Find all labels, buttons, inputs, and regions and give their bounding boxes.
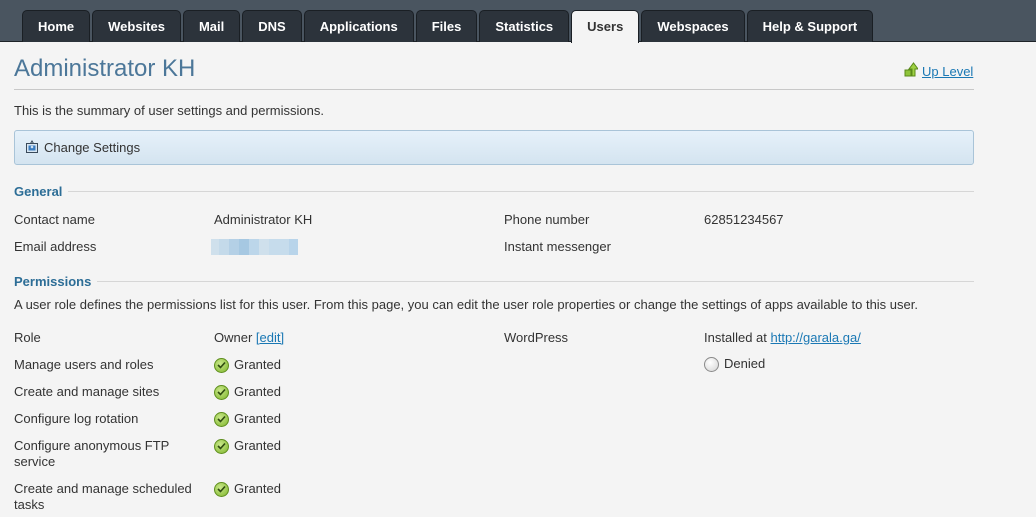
permission-label: Configure log rotation [14, 411, 139, 426]
up-level-label[interactable]: Up Level [922, 64, 973, 79]
user-card-icon [25, 139, 39, 157]
permission-label: Manage users and roles [14, 357, 154, 372]
check-circle-icon [214, 438, 229, 454]
tab-statistics[interactable]: Statistics [479, 10, 570, 42]
role-label: Role [14, 330, 41, 345]
app-wordpress-label: WordPress [504, 330, 569, 345]
app-wordpress-status[interactable]: Denied [704, 356, 765, 372]
installed-at-text: Installed at [704, 330, 767, 345]
contact-name-value: Administrator KH [214, 212, 313, 227]
status-text: Denied [724, 356, 766, 371]
tab-files[interactable]: Files [415, 10, 478, 42]
permission-status: Granted [214, 384, 281, 400]
page-summary: This is the summary of user settings and… [14, 103, 324, 118]
tab-websites[interactable]: Websites [92, 10, 181, 42]
phone-number-label: Phone number [504, 212, 590, 227]
tab-mail[interactable]: Mail [182, 10, 241, 42]
change-settings-label: Change Settings [44, 140, 141, 155]
section-divider [68, 191, 974, 192]
page-title: Administrator KH [14, 55, 196, 82]
status-text: Granted [234, 384, 281, 399]
instant-messenger-label: Instant messenger [504, 239, 611, 254]
role-value: Owner [214, 330, 253, 345]
change-settings-button[interactable]: Change Settings [25, 139, 140, 157]
app-wordpress-installed: Installed at http://garala.ga/ [704, 330, 861, 346]
tab-users[interactable]: Users [571, 10, 640, 43]
top-navigation-bar: Home Websites Mail DNS Applications File… [0, 0, 1036, 43]
tab-webspaces[interactable]: Webspaces [641, 10, 745, 42]
status-text: Granted [234, 481, 281, 496]
title-divider [14, 89, 974, 90]
tab-dns[interactable]: DNS [242, 10, 302, 42]
general-heading: General [14, 184, 63, 199]
permission-status: Granted [214, 481, 281, 497]
tab-home[interactable]: Home [22, 10, 91, 42]
contact-name-label: Contact name [14, 212, 95, 227]
permissions-description: A user role defines the permissions list… [14, 297, 918, 312]
denied-radio-icon[interactable] [704, 356, 719, 372]
check-circle-icon [214, 357, 229, 373]
permission-label: Create and manage scheduled tasks [14, 481, 192, 512]
edit-role-link[interactable]: [edit] [256, 330, 284, 346]
section-divider [97, 281, 974, 282]
check-circle-icon [214, 384, 229, 400]
phone-number-value: 62851234567 [704, 212, 784, 227]
main-tabs: Home Websites Mail DNS Applications File… [22, 10, 875, 43]
email-address-label: Email address [14, 239, 97, 254]
permission-status: Granted [214, 357, 281, 373]
permission-label: Configure anonymous FTP service [14, 438, 170, 469]
up-arrow-icon [904, 62, 919, 80]
wordpress-url-link[interactable]: http://garala.ga/ [771, 330, 861, 346]
toolbar: Change Settings [14, 130, 974, 165]
email-address-value-redacted [211, 239, 298, 255]
status-text: Granted [234, 411, 281, 426]
status-text: Granted [234, 438, 281, 453]
tab-applications[interactable]: Applications [303, 10, 414, 42]
permissions-section-header: Permissions [14, 274, 974, 289]
permission-status: Granted [214, 438, 281, 454]
tab-help-support[interactable]: Help & Support [746, 10, 874, 42]
check-circle-icon [214, 411, 229, 427]
up-level-link[interactable]: Up Level [904, 62, 973, 80]
check-circle-icon [214, 481, 229, 497]
permissions-heading: Permissions [14, 274, 92, 289]
permission-label: Create and manage sites [14, 384, 160, 399]
permission-status: Granted [214, 411, 281, 427]
general-section-header: General [14, 184, 974, 199]
status-text: Granted [234, 357, 281, 372]
role-value-group: Owner [edit] [214, 330, 284, 346]
